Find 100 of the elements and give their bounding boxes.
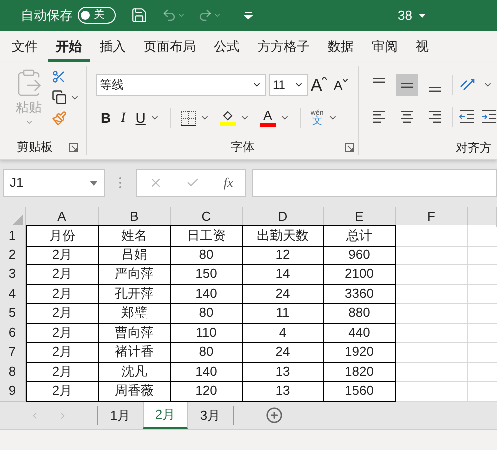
autosave-toggle[interactable]: 关 [78,7,116,24]
group-label: 对齐方 [456,141,492,155]
column-header[interactable]: E [324,207,396,226]
table-cell: 110 [171,322,243,344]
ribbon-tab[interactable]: 文件 [4,34,46,62]
toggle-state: 关 [94,8,105,24]
table-cell: 150 [171,264,243,285]
table-cell: 孔开萍 [99,284,171,304]
row-header[interactable]: 6 [0,322,26,344]
row-header[interactable]: 4 [0,284,26,304]
table-cell: 1820 [324,362,396,382]
group-label: 剪贴板 [17,139,53,156]
table-cell: 姓名 [99,225,171,246]
grow-font-button[interactable]: A [311,76,331,94]
ribbon-tab[interactable]: 公式 [206,34,248,62]
name-box[interactable]: J1 [3,169,105,197]
ribbon-tab[interactable]: 视 [408,34,437,62]
ribbon-tab[interactable]: 方方格子 [250,34,318,62]
table-cell: 1920 [324,342,396,363]
column-header[interactable]: B [99,207,171,226]
table-cell: 出勤天数 [243,225,324,246]
customize-toolbar-icon[interactable] [244,12,253,20]
align-top-icon [373,78,385,83]
toggle-knob-icon [81,11,90,20]
file-name[interactable]: 38 [398,6,412,26]
table-cell [396,244,468,266]
bold-button[interactable]: B [101,108,112,128]
drag-handle-icon[interactable] [119,177,122,189]
formula-field[interactable] [252,169,497,197]
table-cell: 440 [324,322,396,344]
vertical-align-button[interactable] [396,74,418,96]
table-cell [396,322,468,344]
table-cell: 14 [243,264,324,285]
row-header[interactable]: 1 [0,225,26,246]
fill-color-icon[interactable] [220,110,236,126]
table-cell: 总计 [324,225,396,246]
align-middle-icon [401,82,413,88]
underline-button[interactable]: U [136,108,146,128]
group-label: 字体 [231,139,255,156]
cut-icon[interactable] [52,70,66,84]
font-size-field[interactable]: 11 [269,74,308,96]
table-cell: 褚计香 [99,342,171,363]
table-cell: 2100 [324,264,396,285]
row-header[interactable]: 8 [0,362,26,382]
table-cell: 12 [243,244,324,266]
column-header[interactable]: F [396,207,468,226]
table-cell [396,225,468,246]
row-header[interactable]: 9 [0,381,26,402]
table-cell: 吕娟 [99,244,171,266]
table-cell: 13 [243,362,324,382]
table-cell: 2月 [26,244,99,266]
table-cell: 4 [243,322,324,344]
column-header[interactable]: C [171,207,243,226]
borders-icon[interactable] [180,110,196,126]
table-cell: 80 [171,244,243,266]
table-cell [396,264,468,285]
text-orientation-icon[interactable] [459,77,477,93]
table-cell: 2月 [26,303,99,324]
increase-indent-icon[interactable] [481,110,497,124]
caret-icon[interactable] [419,14,426,18]
sheet-tab[interactable]: 3月 [188,402,233,429]
table-cell: 2月 [26,342,99,363]
table-cell: 日工资 [171,225,243,246]
ribbon-tab[interactable]: 页面布局 [136,34,204,62]
ribbon-tab[interactable]: 数据 [320,34,362,62]
align-center-icon [401,111,413,123]
sheet-tab[interactable]: 2月 [143,402,188,429]
column-header[interactable]: D [243,207,324,226]
save-icon[interactable] [131,7,148,24]
table-cell: 曹向萍 [99,322,171,344]
font-name-field[interactable]: 等线 [96,74,266,96]
align-left-icon [373,111,385,123]
decrease-indent-icon[interactable] [459,110,475,124]
row-header[interactable]: 7 [0,342,26,363]
row-header[interactable]: 2 [0,244,26,266]
dialog-launcher-icon[interactable] [345,142,354,152]
row-header[interactable]: 5 [0,303,26,324]
italic-button[interactable]: I [121,108,126,128]
table-cell: 960 [324,244,396,266]
table-cell: 2月 [26,284,99,304]
table-cell: 2月 [26,362,99,382]
font-color-button[interactable]: A [260,109,276,127]
insert-function-button[interactable]: fx [224,173,234,193]
table-cell: 140 [171,362,243,382]
ribbon-tab[interactable]: 审阅 [364,34,406,62]
align-bottom-icon [429,87,441,92]
table-cell: 140 [171,284,243,304]
table-cell [396,284,468,304]
add-sheet-icon[interactable] [266,407,283,424]
dialog-launcher-icon[interactable] [69,142,78,152]
table-cell: 24 [243,284,324,304]
table-cell: 月份 [26,225,99,246]
caret-icon [342,78,348,82]
sheet-tab[interactable]: 1月 [98,402,143,429]
ribbon-tab[interactable]: 插入 [92,34,134,62]
row-header[interactable]: 3 [0,264,26,285]
shrink-font-button[interactable]: A [334,78,354,92]
table-cell: 2月 [26,322,99,344]
copy-icon[interactable] [52,90,67,105]
table-cell: 80 [171,342,243,363]
